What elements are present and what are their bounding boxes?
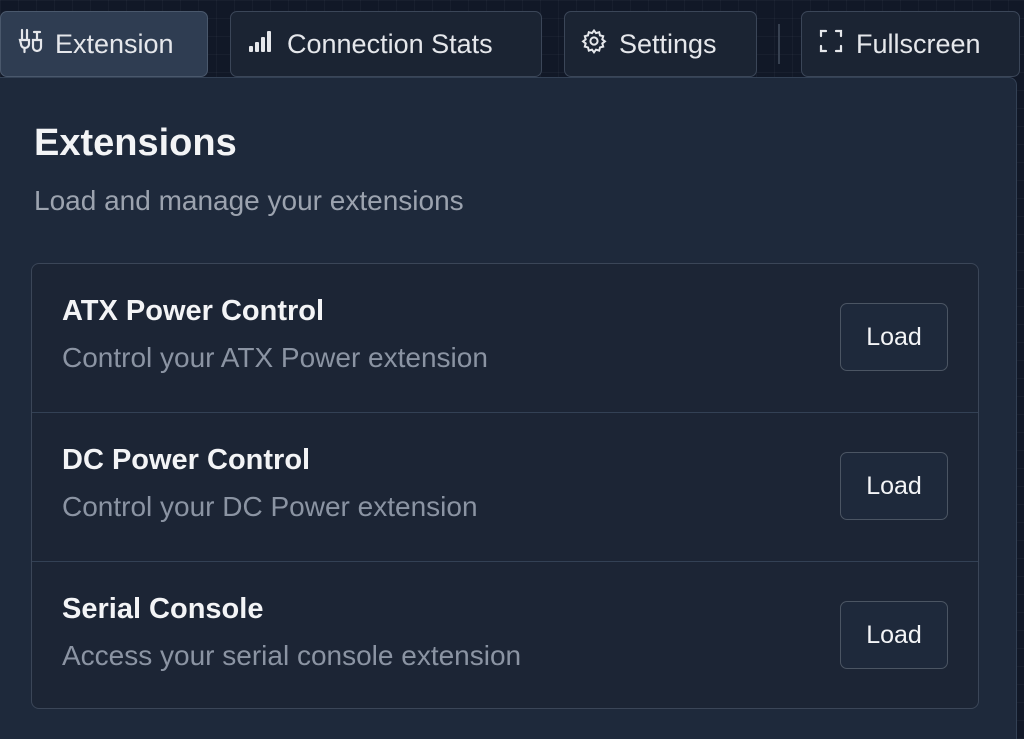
- panel-subtitle: Load and manage your extensions: [34, 185, 464, 216]
- extension-name: ATX Power Control: [62, 295, 325, 327]
- extension-description: Control your ATX Power extension: [62, 342, 488, 373]
- extensions-panel: Extensions Load and manage your extensio…: [0, 77, 1017, 739]
- settings-button[interactable]: Settings: [564, 11, 757, 77]
- connection-stats-label: Connection Stats: [287, 28, 493, 59]
- panel-title: Extensions: [34, 122, 237, 164]
- extension-name: DC Power Control: [62, 444, 311, 476]
- toolbar-divider: [778, 24, 780, 64]
- extension-button-label: Extension: [55, 28, 174, 59]
- extension-item-atx-power: ATX Power Control Control your ATX Power…: [32, 264, 978, 413]
- load-dc-power-button[interactable]: Load: [840, 452, 948, 520]
- extension-name: Serial Console: [62, 593, 264, 625]
- extension-item-dc-power: DC Power Control Control your DC Power e…: [32, 413, 978, 562]
- extension-list: ATX Power Control Control your ATX Power…: [31, 263, 979, 709]
- extension-item-serial-console: Serial Console Access your serial consol…: [32, 562, 978, 708]
- signal-bars-icon: [247, 28, 275, 61]
- extension-button[interactable]: Extension: [0, 11, 208, 77]
- load-atx-power-button[interactable]: Load: [840, 303, 948, 371]
- fullscreen-label: Fullscreen: [856, 28, 981, 59]
- plug-icon: [17, 28, 43, 61]
- extension-description: Control your DC Power extension: [62, 491, 478, 522]
- top-toolbar: Extension Connection Stats Settings Full…: [0, 0, 1024, 86]
- gear-icon: [581, 28, 607, 61]
- connection-stats-button[interactable]: Connection Stats: [230, 11, 542, 77]
- fullscreen-icon: [818, 28, 844, 61]
- settings-label: Settings: [619, 28, 717, 59]
- load-serial-console-button[interactable]: Load: [840, 601, 948, 669]
- fullscreen-button[interactable]: Fullscreen: [801, 11, 1020, 77]
- extension-description: Access your serial console extension: [62, 640, 522, 671]
